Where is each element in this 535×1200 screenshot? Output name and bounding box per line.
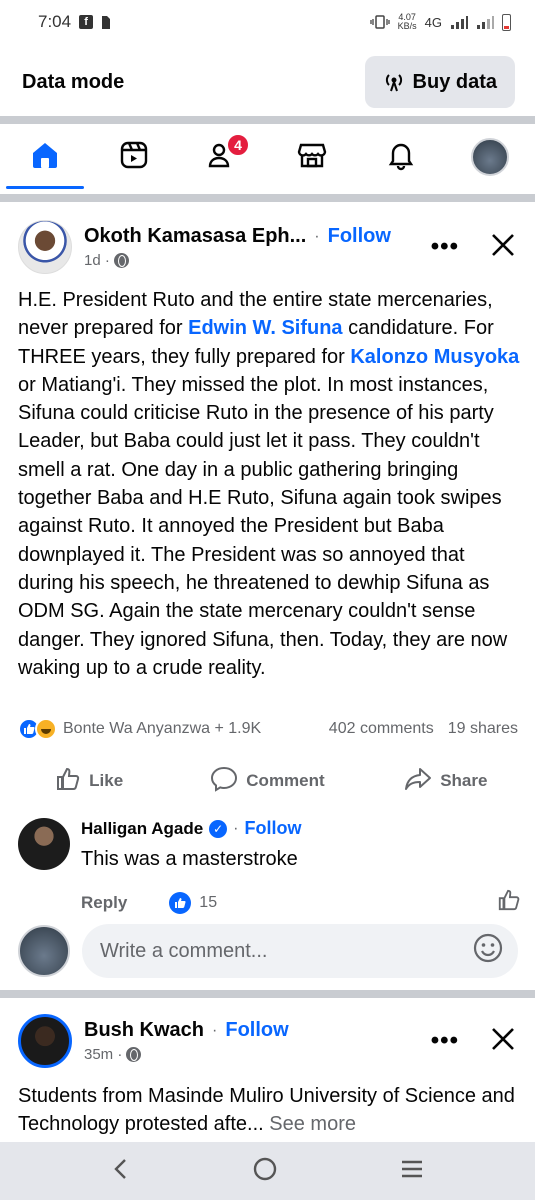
top-bar: Data mode Buy data	[0, 52, 535, 112]
post-time: 35m ·	[84, 1046, 289, 1063]
comment-input[interactable]: Write a comment...	[82, 924, 518, 978]
like-reaction-icon	[169, 891, 192, 914]
post-body: H.E. President Ruto and the entire state…	[18, 286, 522, 682]
commenter-name[interactable]: Halligan Agade	[81, 819, 203, 839]
sim-icon	[101, 15, 111, 30]
close-icon[interactable]	[491, 1027, 515, 1056]
reels-icon	[118, 139, 150, 176]
comment-likes[interactable]: 15	[169, 891, 218, 914]
comment-input-placeholder: Write a comment...	[100, 939, 268, 962]
post-header: Bush Kwach · Follow 35m · •••	[0, 1006, 535, 1076]
like-label: Like	[89, 771, 124, 790]
speed-unit: KB/s	[397, 21, 417, 31]
comment-like-button[interactable]	[497, 888, 521, 917]
more-options-icon[interactable]: •••	[431, 1027, 459, 1055]
section-divider	[0, 990, 535, 998]
marketplace-icon	[296, 139, 328, 176]
buy-data-label: Buy data	[412, 70, 497, 93]
active-tab-indicator	[6, 186, 84, 189]
main-nav: 4	[0, 125, 535, 189]
tab-menu-profile[interactable]	[445, 125, 534, 189]
more-options-icon[interactable]: •••	[431, 233, 459, 261]
separator-dot: ·	[314, 227, 320, 245]
home-icon	[29, 139, 61, 176]
data-mode-title: Data mode	[22, 70, 125, 93]
like-button[interactable]: Like	[0, 766, 178, 797]
broadcast-icon	[383, 71, 405, 93]
post-age: 35m ·	[84, 1046, 123, 1063]
follow-button[interactable]: Follow	[225, 1019, 288, 1042]
post-text-part: or Matiang'i. They missed the plot. In m…	[18, 373, 508, 679]
author-name[interactable]: Bush Kwach	[84, 1019, 204, 1042]
emoji-icon[interactable]	[472, 932, 504, 970]
author-avatar[interactable]	[18, 1014, 72, 1068]
section-divider	[0, 194, 535, 202]
author-name[interactable]: Okoth Kamasasa Eph...	[84, 225, 306, 248]
shares-count[interactable]: 19 shares	[448, 720, 518, 738]
home-circle-icon[interactable]	[252, 1156, 278, 1187]
follow-button[interactable]: Follow	[328, 225, 391, 248]
facebook-notification-icon: f	[79, 15, 94, 29]
post-header: Okoth Kamasasa Eph... · Follow 1d · •••	[0, 212, 535, 282]
my-avatar	[18, 925, 70, 977]
recent-apps-icon[interactable]	[400, 1159, 424, 1184]
reactors-text: Bonte Wa Anyanzwa + 1.9K	[63, 720, 262, 737]
network-speed: 4.07 KB/s	[398, 13, 417, 31]
tab-marketplace[interactable]	[267, 125, 356, 189]
signal-icon-2	[476, 15, 494, 29]
author-avatar[interactable]	[18, 220, 72, 274]
bell-icon	[385, 139, 417, 176]
comments-count[interactable]: 402 comments	[329, 720, 434, 738]
comment-bubble-icon	[210, 766, 238, 797]
share-label: Share	[440, 771, 488, 790]
comment-label: Comment	[246, 771, 325, 790]
section-divider	[0, 116, 535, 124]
reaction-summary[interactable]: Bonte Wa Anyanzwa + 1.9K 402 comments 19…	[18, 716, 518, 742]
commenter-follow-button[interactable]: Follow	[245, 818, 302, 839]
thumbs-up-icon	[55, 766, 81, 797]
profile-avatar	[470, 138, 509, 176]
friends-badge: 4	[226, 133, 250, 157]
vibrate-icon	[369, 15, 390, 29]
comment-text: This was a masterstroke	[81, 848, 298, 870]
globe-icon	[126, 1047, 142, 1062]
system-nav-bar	[0, 1142, 535, 1200]
comment-likes-count: 15	[199, 893, 218, 911]
buy-data-button[interactable]: Buy data	[364, 56, 515, 108]
globe-icon	[113, 253, 129, 268]
network-type: 4G	[424, 14, 442, 30]
back-icon[interactable]	[111, 1157, 131, 1186]
comment-button[interactable]: Comment	[178, 766, 356, 797]
battery-icon	[502, 13, 511, 31]
post-time: 1d ·	[84, 252, 391, 269]
status-bar: 7:04 f 4.07 KB/s 4G	[0, 0, 535, 44]
share-button[interactable]: Share	[357, 766, 535, 797]
post-actions: Like Comment Share	[0, 758, 535, 804]
signal-icon	[450, 15, 468, 29]
see-more-link[interactable]: See more	[269, 1113, 356, 1135]
separator-dot: ·	[212, 1021, 218, 1039]
tab-home[interactable]	[0, 125, 89, 189]
mention-link[interactable]: Edwin W. Sifuna	[188, 317, 342, 339]
share-arrow-icon	[404, 766, 432, 797]
post-body: Students from Masinde Muliro University …	[18, 1082, 522, 1138]
reply-button[interactable]: Reply	[81, 893, 127, 913]
tab-notifications[interactable]	[356, 125, 445, 189]
mention-link[interactable]: Kalonzo Musyoka	[350, 346, 519, 368]
post-text-part: Students from Masinde Muliro University …	[18, 1085, 515, 1135]
haha-reaction-icon	[35, 718, 57, 740]
post-age: 1d ·	[84, 252, 110, 269]
write-comment-row: Write a comment...	[18, 922, 518, 980]
close-icon[interactable]	[491, 233, 515, 262]
commenter-avatar[interactable]	[18, 818, 70, 870]
verified-badge-icon: ✓	[209, 819, 228, 838]
status-time: 7:04	[38, 12, 72, 31]
tab-reels[interactable]	[89, 125, 178, 189]
tab-friends[interactable]: 4	[178, 125, 267, 189]
separator-dot: ·	[233, 819, 239, 837]
